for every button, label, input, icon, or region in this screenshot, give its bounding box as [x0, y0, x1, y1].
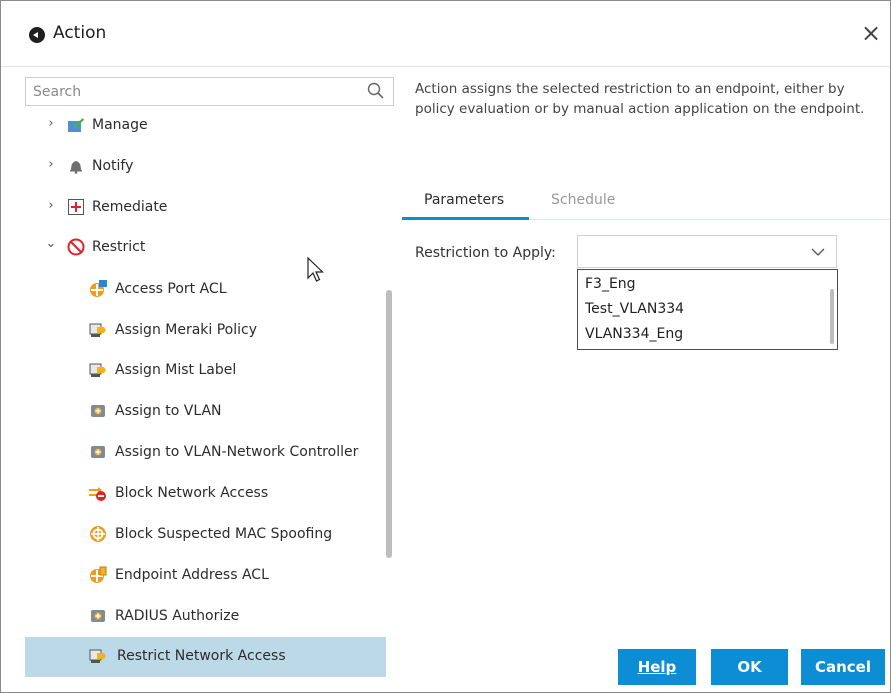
tree-item-assign-meraki-policy[interactable]: Assign Meraki Policy	[25, 311, 386, 351]
endpoint-acl-icon	[89, 566, 107, 584]
restriction-dropdown-list: F3_Eng Test_VLAN334 VLAN334_Eng	[577, 269, 838, 350]
tree-label: Block Suspected MAC Spoofing	[115, 526, 333, 542]
dropdown-option-f3-eng[interactable]: F3_Eng	[585, 276, 636, 292]
tree-group-remediate[interactable]: › Remediate	[25, 188, 386, 228]
bell-icon	[67, 157, 85, 175]
chevron-down-icon[interactable]	[810, 244, 826, 260]
tree-scrollbar[interactable]	[386, 290, 392, 558]
tree-item-block-suspected-mac-spoofing[interactable]: Block Suspected MAC Spoofing	[25, 515, 386, 555]
title-bar: Action ×	[1, 1, 890, 67]
search-input[interactable]	[33, 81, 353, 102]
dropdown-option-vlan334-eng[interactable]: VLAN334_Eng	[585, 326, 683, 342]
tree-label: Assign Mist Label	[115, 362, 237, 378]
details-panel: Action assigns the selected restriction …	[402, 67, 890, 693]
restriction-select[interactable]	[577, 235, 837, 268]
tree-label: Assign to VLAN-Network Controller	[115, 444, 359, 460]
tree-label: Assign Meraki Policy	[115, 322, 258, 338]
tree-label: Restrict Network Access	[117, 648, 286, 664]
chevron-right-icon[interactable]: ›	[45, 199, 57, 212]
cancel-button[interactable]: Cancel	[801, 649, 885, 685]
restrict-icon	[67, 238, 85, 256]
tree-item-assign-to-vlan-network-controller[interactable]: Assign to VLAN-Network Controller	[25, 433, 386, 473]
vlan-icon	[89, 402, 107, 420]
help-button[interactable]: Help	[618, 649, 696, 685]
tree-label: Restrict	[92, 239, 146, 255]
tree-item-assign-to-vlan[interactable]: Assign to VLAN	[25, 392, 386, 432]
action-description: Action assigns the selected restriction …	[415, 81, 865, 117]
tree-label: Block Network Access	[115, 485, 269, 501]
dropdown-option-test-vlan334[interactable]: Test_VLAN334	[585, 301, 684, 317]
details-tabs: Parameters Schedule	[402, 184, 890, 220]
active-tab-indicator	[402, 217, 529, 220]
action-dialog: Action × › Manage › N	[0, 0, 891, 693]
tree-item-assign-mist-label[interactable]: Assign Mist Label	[25, 351, 386, 391]
tree-label: Notify	[92, 158, 134, 174]
tree-label: Access Port ACL	[115, 281, 227, 297]
access-port-acl-icon	[89, 280, 107, 298]
tree-group-restrict[interactable]: ⌄ Restrict	[25, 228, 386, 268]
mouse-cursor-icon	[307, 257, 324, 282]
tree-item-endpoint-address-acl[interactable]: Endpoint Address ACL	[25, 556, 386, 596]
block-network-icon	[89, 484, 107, 502]
mac-spoof-icon	[89, 525, 107, 543]
tree-label: Remediate	[92, 199, 168, 215]
dialog-title: Action	[53, 23, 107, 43]
tree-label: Endpoint Address ACL	[115, 567, 269, 583]
action-app-icon	[29, 27, 45, 43]
vlan-icon	[89, 607, 107, 625]
action-tree: › Manage › Notify › Remediate ⌄ Restrict…	[25, 106, 394, 687]
tree-group-manage[interactable]: › Manage	[25, 106, 386, 146]
search-box	[25, 77, 394, 106]
action-tree-panel: › Manage › Notify › Remediate	[25, 77, 394, 687]
chevron-right-icon[interactable]: ›	[45, 158, 57, 171]
vlan-icon	[89, 443, 107, 461]
dropdown-scrollbar[interactable]	[830, 289, 834, 344]
tree-item-access-port-acl[interactable]: Access Port ACL	[25, 270, 386, 310]
search-icon[interactable]	[367, 82, 384, 99]
policy-tag-icon	[89, 647, 107, 665]
chevron-down-icon[interactable]: ⌄	[45, 237, 57, 250]
close-button[interactable]: ×	[857, 19, 885, 47]
tree-label: Manage	[92, 117, 148, 133]
policy-tag-icon	[89, 321, 107, 339]
tree-item-radius-authorize[interactable]: RADIUS Authorize	[25, 597, 386, 637]
tree-label: RADIUS Authorize	[115, 608, 240, 624]
ok-button[interactable]: OK	[711, 649, 788, 685]
restriction-label: Restriction to Apply:	[415, 245, 556, 261]
tab-parameters[interactable]: Parameters	[424, 192, 504, 208]
chevron-right-icon[interactable]: ›	[45, 117, 57, 130]
tree-label: Assign to VLAN	[115, 403, 222, 419]
tree-item-block-network-access[interactable]: Block Network Access	[25, 474, 386, 514]
tree-item-restrict-network-access[interactable]: Restrict Network Access	[25, 637, 386, 677]
remediate-plus-icon	[67, 198, 85, 216]
manage-icon	[67, 116, 85, 134]
tab-schedule[interactable]: Schedule	[551, 192, 615, 208]
policy-tag-icon	[89, 361, 107, 379]
tree-group-notify[interactable]: › Notify	[25, 147, 386, 187]
